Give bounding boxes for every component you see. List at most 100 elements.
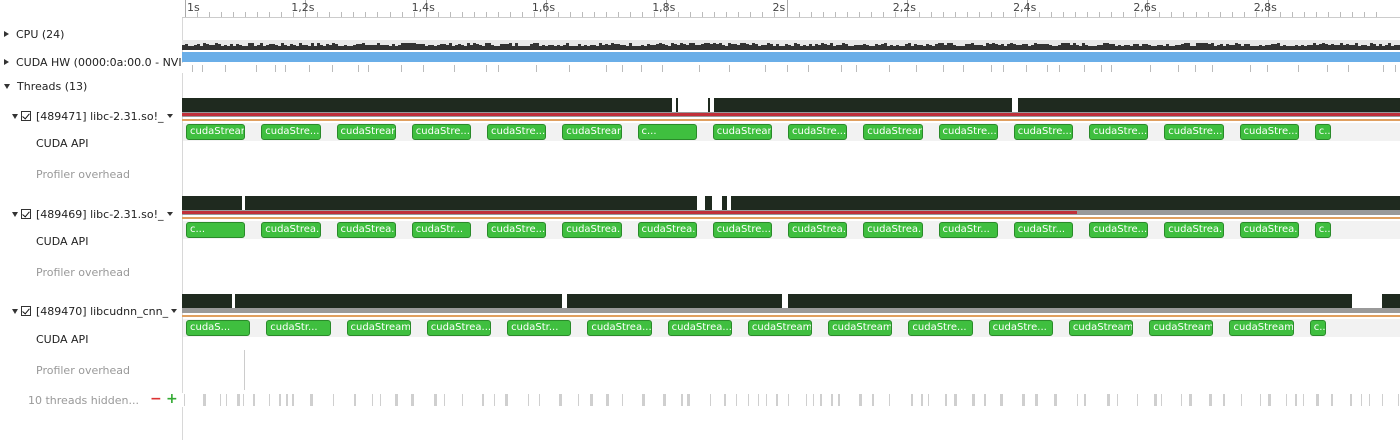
expand-arrow-icon[interactable] [4, 31, 9, 37]
time-ruler[interactable]: 1s 1,2s 1,4s 1,6s 1,8s 2s 2,2s 2,4s 2,6s 2,8s [182, 0, 1400, 18]
cuda-api-call[interactable]: cudaStrea... [637, 222, 697, 238]
cuda-api-call[interactable]: c... [637, 124, 697, 140]
cuda-hw-row[interactable]: CUDA HW (0000:0a:00.0 - NVI [4, 52, 186, 72]
cuda-api-call[interactable]: cudaStream... [747, 320, 813, 336]
cuda-api-call[interactable]: cudaStrea... [1164, 222, 1224, 238]
cuda-api-call[interactable]: cudaStre... [1164, 124, 1224, 140]
cuda-api-call[interactable]: cudaStre... [938, 124, 998, 140]
thread-state-track[interactable] [182, 308, 1400, 313]
collapse-arrow-icon[interactable] [4, 83, 10, 89]
thread-row-489470[interactable]: [489470] libcudnn_cnn_ [12, 301, 194, 321]
ruler-minor-tick [702, 12, 704, 17]
cuda-hw-activity-track[interactable] [182, 63, 1400, 73]
cuda-api-call[interactable]: cudaStre... [788, 124, 848, 140]
cuda-api-call[interactable]: cudaStream... [186, 124, 246, 140]
cpu-row[interactable]: CPU (24) [4, 24, 186, 44]
cuda-api-call[interactable]: cudaStre... [988, 320, 1053, 336]
cuda-api-call[interactable]: c... [1309, 320, 1326, 336]
cuda-api-call[interactable]: cudaStrea... [863, 222, 923, 238]
thread-checkbox[interactable] [21, 111, 31, 121]
ruler-minor-tick [1087, 12, 1089, 17]
dropdown-icon[interactable] [171, 309, 178, 313]
thread-state-track[interactable] [182, 210, 1400, 215]
hidden-thread-event [279, 394, 281, 406]
timeline-area[interactable]: 1s 1,2s 1,4s 1,6s 1,8s 2s 2,2s 2,4s 2,6s 2,8s cud… [182, 0, 1400, 440]
cuda-hw-event [192, 65, 193, 72]
cuda-api-call[interactable]: cudaStre... [487, 222, 547, 238]
cuda-api-call[interactable]: cudaStrea... [261, 222, 321, 238]
hidden-threads-track[interactable] [182, 393, 1400, 407]
cuda-api-call[interactable]: cudaStre... [1089, 222, 1149, 238]
cuda-api-call[interactable]: cudaStream... [336, 124, 396, 140]
ruler-minor-tick [1291, 12, 1293, 17]
thread-state-running [182, 113, 1400, 116]
plus-icon[interactable]: + [166, 391, 178, 407]
threads-row[interactable]: Threads (13) [4, 76, 186, 96]
thread-activity-track[interactable] [182, 294, 1400, 308]
cuda-api-call[interactable]: cudaS... [186, 320, 251, 336]
cuda-api-call[interactable]: cudaStream... [562, 124, 622, 140]
cuda-api-call[interactable]: cudaStream... [1149, 320, 1214, 336]
cuda-api-call[interactable]: cudaStrea... [426, 320, 492, 336]
cuda-api-call[interactable]: cudaStrea... [667, 320, 732, 336]
ruler-minor-tick [954, 12, 956, 17]
ruler-minor-tick [642, 12, 644, 17]
cuda-api-call[interactable]: cudaStre... [908, 320, 973, 336]
hidden-thread-event [286, 394, 288, 406]
thread-row-489471[interactable]: [489471] libc-2.31.so!_ [12, 106, 194, 126]
dropdown-icon[interactable] [166, 114, 173, 118]
cuda-api-call[interactable]: cudaStr... [938, 222, 998, 238]
hidden-thread-event [806, 394, 807, 406]
hidden-thread-event [482, 394, 484, 406]
thread-row-489469[interactable]: [489469] libc-2.31.so!_ [12, 204, 194, 224]
cuda-api-call[interactable]: cudaStream... [346, 320, 411, 336]
cuda-api-call[interactable]: cudaStre... [712, 222, 772, 238]
cuda-api-call[interactable]: cudaStre... [261, 124, 321, 140]
hidden-thread-event [292, 394, 294, 406]
collapse-arrow-icon[interactable] [12, 211, 18, 217]
cuda-api-call[interactable]: cudaStrea... [788, 222, 848, 238]
ruler-minor-tick [726, 12, 728, 17]
api-range-line [182, 315, 1400, 317]
dropdown-icon[interactable] [166, 212, 173, 216]
cuda-api-call[interactable]: c... [1314, 222, 1331, 238]
cuda-api-call[interactable]: cudaStream... [863, 124, 923, 140]
thread-checkbox[interactable] [21, 306, 31, 316]
hidden-thread-event [813, 394, 814, 406]
hidden-thread-event [1137, 394, 1138, 406]
thread-checkbox[interactable] [21, 209, 31, 219]
cuda-api-call[interactable]: cudaStrea... [562, 222, 622, 238]
cuda-api-call[interactable]: cudaStrea... [336, 222, 396, 238]
cuda-api-call[interactable]: cudaStre... [411, 124, 471, 140]
thread-activity-track[interactable] [182, 196, 1400, 210]
cuda-api-call[interactable]: cudaStre... [1013, 124, 1073, 140]
expand-arrow-icon[interactable] [4, 59, 9, 65]
cuda-api-call[interactable]: cudaStr... [1013, 222, 1073, 238]
cuda-api-call[interactable]: c... [1314, 124, 1331, 140]
thread-activity-track[interactable] [182, 98, 1400, 112]
cuda-api-call[interactable]: cudaStrea... [587, 320, 652, 336]
cpu-utilization-track[interactable] [182, 40, 1400, 50]
cuda-api-call[interactable]: cudaStrea... [1239, 222, 1299, 238]
cuda-api-call[interactable]: cudaStr... [507, 320, 572, 336]
cuda-api-call[interactable]: cudaStr... [266, 320, 331, 336]
cuda-api-call[interactable]: cudaStre... [1239, 124, 1299, 140]
cuda-api-call[interactable]: cudaStream... [1229, 320, 1294, 336]
cuda-api-call[interactable]: cudaStream... [712, 124, 772, 140]
ruler-minor-tick [1327, 12, 1329, 17]
cuda-api-call[interactable]: cudaStream... [828, 320, 893, 336]
cuda-api-call[interactable]: cudaStre... [1089, 124, 1149, 140]
cuda-hw-track[interactable] [182, 52, 1400, 62]
cuda-api-call[interactable]: cudaStre... [487, 124, 547, 140]
collapse-arrow-icon[interactable] [12, 308, 18, 314]
ruler-minor-tick [437, 12, 439, 17]
ruler-minor-tick [557, 12, 559, 17]
cuda-api-call[interactable]: cudaStr... [411, 222, 471, 238]
minus-icon[interactable]: − [150, 391, 162, 407]
thread-state-track[interactable] [182, 112, 1400, 117]
cuda-hw-event [1298, 65, 1299, 72]
hidden-thread-event [1331, 394, 1333, 406]
collapse-arrow-icon[interactable] [12, 113, 18, 119]
cuda-api-call[interactable]: cudaStream... [1068, 320, 1134, 336]
cuda-api-call[interactable]: c... [186, 222, 246, 238]
